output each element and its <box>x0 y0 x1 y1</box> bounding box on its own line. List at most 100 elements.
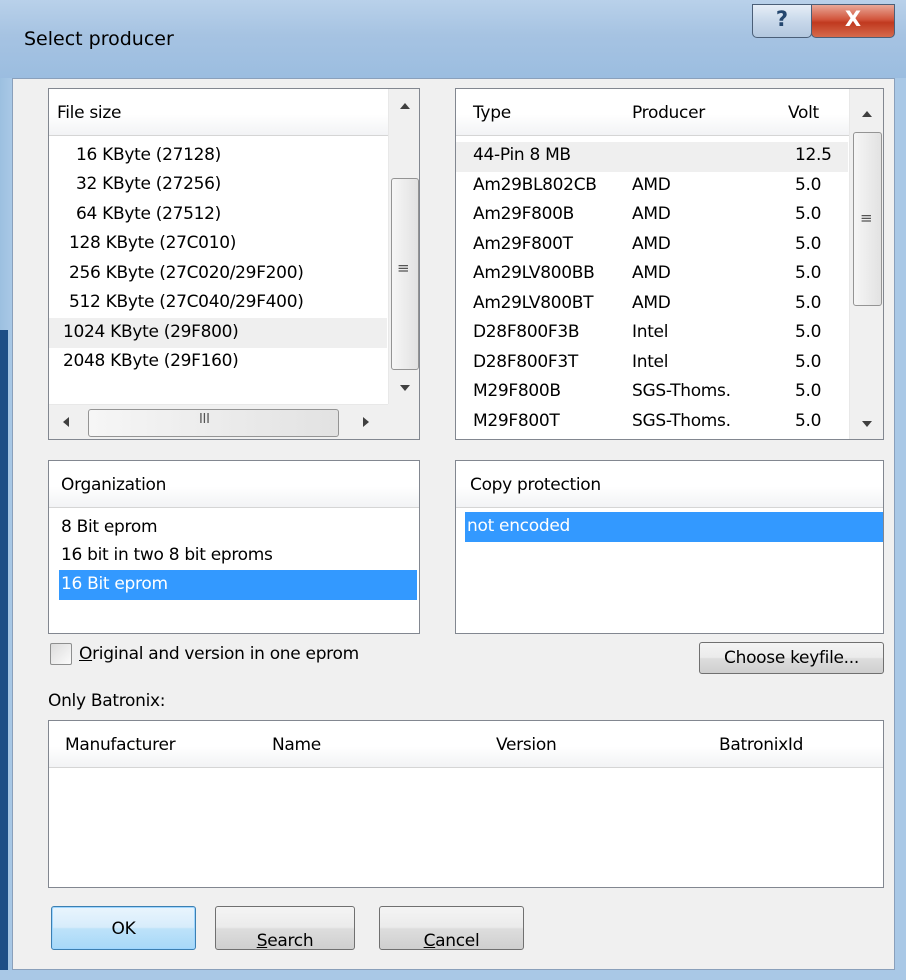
help-icon: ? <box>775 7 789 31</box>
cancel-button[interactable]: Cancel <box>379 906 524 951</box>
cell-type: Am29BL802CB <box>473 174 597 195</box>
choose-keyfile-button[interactable]: Choose keyfile... <box>699 642 884 674</box>
cell-type: D28F800F3T <box>473 351 578 372</box>
cell-producer: Intel <box>632 322 669 342</box>
scroll-thumb[interactable]: ≡ <box>853 132 882 306</box>
cell-volt: 5.0 <box>795 233 822 254</box>
producer-vscrollbar[interactable]: ≡ <box>849 89 883 439</box>
scroll-corner <box>388 404 419 439</box>
column-header-type[interactable]: Type <box>456 89 622 136</box>
column-header-producer[interactable]: Producer <box>621 89 777 136</box>
grip-icon: ≡ <box>860 209 873 227</box>
list-item[interactable]: 512 KByte (27C040/29F400) <box>69 292 304 312</box>
window-border-right <box>895 78 906 980</box>
file-size-list[interactable]: File size 16 KByte (27128) 32 KByte (272… <box>48 88 420 440</box>
cell-volt: 12.5 <box>795 145 832 165</box>
cell-producer: AMD <box>632 204 671 224</box>
cancel-button-label: Cancel <box>423 931 480 951</box>
window-border-shadow <box>0 330 8 980</box>
cell-type: M29F800B <box>473 381 561 401</box>
search-button[interactable]: Search <box>215 906 355 951</box>
copy-protection-list[interactable]: Copy protection not encoded <box>455 460 884 634</box>
cell-type: M29F800T <box>473 410 560 431</box>
hscroll-thumb[interactable]: III <box>88 409 339 437</box>
scroll-left-icon[interactable] <box>63 417 69 427</box>
cell-producer: SGS-Thoms. <box>632 410 731 431</box>
table-row[interactable]: D28F800F3B Intel 5.0 <box>456 319 848 348</box>
scroll-down-icon[interactable] <box>400 385 410 391</box>
file-size-hscrollbar[interactable]: III <box>49 404 388 439</box>
dialog-client-area: File size 16 KByte (27128) 32 KByte (272… <box>12 78 895 970</box>
cell-producer: AMD <box>632 174 671 195</box>
ok-button[interactable]: OK <box>51 906 196 950</box>
list-item[interactable]: 256 KByte (27C020/29F200) <box>69 263 304 283</box>
batronix-table[interactable]: Manufacturer Name Version BatronixId <box>48 720 884 888</box>
list-item[interactable]: 32 KByte (27256) <box>76 174 221 194</box>
organization-header[interactable]: Organization <box>49 461 419 508</box>
list-item[interactable]: 128 KByte (27C010) <box>69 233 236 253</box>
table-row[interactable]: Am29F800B AMD 5.0 <box>456 201 848 230</box>
file-size-header[interactable]: File size <box>49 89 389 136</box>
scroll-down-icon[interactable] <box>862 421 872 427</box>
cell-producer: AMD <box>632 292 671 313</box>
batronix-label: Only Batronix: <box>48 691 166 711</box>
grip-icon: III <box>199 412 210 427</box>
window-title: Select producer <box>24 28 174 50</box>
help-button[interactable]: ? <box>752 4 812 38</box>
cell-type: 44-Pin 8 MB <box>473 145 571 165</box>
list-item[interactable]: 8 Bit eprom <box>61 517 158 537</box>
table-row[interactable]: Am29LV800BT AMD 5.0 <box>456 290 848 319</box>
scroll-up-icon[interactable] <box>862 111 872 117</box>
cell-producer: AMD <box>632 263 671 283</box>
cell-producer: Intel <box>632 351 669 372</box>
cell-volt: 5.0 <box>795 204 822 224</box>
cell-volt: 5.0 <box>795 351 822 372</box>
column-header-volt[interactable]: Volt <box>776 89 850 136</box>
cell-type: Am29LV800BB <box>473 263 595 283</box>
column-header-version[interactable]: Version <box>484 721 706 768</box>
column-header-batronixid[interactable]: BatronixId <box>705 721 850 768</box>
cell-volt: 5.0 <box>795 263 822 283</box>
original-checkbox-label[interactable]: Original and version in one eprom <box>79 644 359 664</box>
column-header-filler <box>849 721 883 768</box>
list-item[interactable]: 16 KByte (27128) <box>76 145 221 165</box>
cell-volt: 5.0 <box>795 381 822 401</box>
table-row[interactable]: M29F800B SGS-Thoms. 5.0 <box>456 378 848 407</box>
list-item[interactable]: 1024 KByte (29F800) <box>63 322 239 342</box>
table-row[interactable]: Am29BL802CB AMD 5.0 <box>456 172 848 201</box>
cell-producer: AMD <box>632 233 671 254</box>
list-item[interactable]: 16 bit in two 8 bit eproms <box>61 545 273 565</box>
table-row[interactable]: D28F800F3T Intel 5.0 <box>456 349 848 378</box>
scroll-up-icon[interactable] <box>400 103 410 109</box>
copy-protection-header[interactable]: Copy protection <box>456 461 883 508</box>
cell-type: Am29F800T <box>473 233 573 254</box>
cell-type: D28F800F3B <box>473 322 580 342</box>
search-button-label: Search <box>256 931 314 951</box>
scroll-thumb[interactable]: ≡ <box>391 178 419 370</box>
grip-icon: ≡ <box>397 259 410 277</box>
list-item[interactable]: 2048 KByte (29F160) <box>63 351 239 371</box>
cell-type: Am29F800B <box>473 204 575 224</box>
file-size-vscrollbar[interactable]: ≡ <box>388 89 419 404</box>
table-row[interactable]: Am29F800T AMD 5.0 <box>456 231 848 260</box>
organization-list[interactable]: Organization 8 Bit eprom 16 bit in two 8… <box>48 460 420 634</box>
list-item[interactable]: 64 KByte (27512) <box>76 204 221 224</box>
list-item-selected[interactable]: 16 Bit eprom <box>59 570 417 600</box>
cell-type: Am29LV800BT <box>473 292 594 313</box>
scroll-right-icon[interactable] <box>363 417 369 427</box>
cell-volt: 5.0 <box>795 322 822 342</box>
cell-volt: 5.0 <box>795 410 822 431</box>
cell-volt: 5.0 <box>795 292 822 313</box>
close-button[interactable]: X <box>811 4 895 38</box>
original-checkbox[interactable] <box>50 643 72 665</box>
cell-producer: SGS-Thoms. <box>632 381 731 401</box>
table-row[interactable]: M29F800T SGS-Thoms. 5.0 <box>456 408 848 437</box>
list-item-selected[interactable]: not encoded <box>465 512 883 542</box>
table-row[interactable]: Am29LV800BB AMD 5.0 <box>456 260 848 289</box>
checkbox-label-text: riginal and version in one eprom <box>92 644 359 664</box>
column-header-name[interactable]: Name <box>260 721 485 768</box>
table-row[interactable]: 44-Pin 8 MB 12.5 <box>456 142 848 171</box>
window-border-bottom <box>0 970 906 980</box>
producer-list[interactable]: Type Producer Volt 44-Pin 8 MB 12.5 Am29BL… <box>455 88 884 440</box>
column-header-manufacturer[interactable]: Manufacturer <box>49 721 261 768</box>
